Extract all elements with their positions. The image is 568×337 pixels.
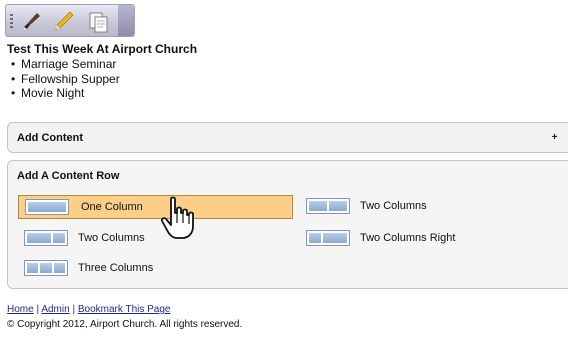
one-column-button[interactable]: One Column <box>18 195 293 219</box>
content-title: Test This Week At Airport Church <box>7 42 198 56</box>
toolbar-end-cap <box>118 5 134 36</box>
three-columns-label: Three Columns <box>78 262 154 274</box>
home-link[interactable]: Home <box>7 304 34 315</box>
two-columns-button[interactable]: Two Columns <box>300 195 520 219</box>
one-column-layout-icon <box>25 199 69 215</box>
content-list: Marriage Seminar Fellowship Supper Movie… <box>11 57 120 101</box>
editor-toolbar <box>5 4 135 37</box>
add-content-row-header: Add A Content Row <box>17 170 120 182</box>
hand-cursor-icon <box>158 196 202 242</box>
copyright-text: © Copyright 2012, Airport Church. All ri… <box>7 319 243 330</box>
two-columns-layout-icon <box>306 198 350 214</box>
footer-separator: | <box>72 304 76 315</box>
add-content-row-panel: Add A Content Row One Column Two Columns… <box>7 160 568 289</box>
pencil-icon[interactable] <box>51 10 75 34</box>
three-columns-layout-icon <box>24 260 68 276</box>
footer-links: Home | Admin | Bookmark This Page <box>7 304 170 315</box>
two-columns-left-layout-icon <box>24 230 68 246</box>
toolbar-grip[interactable] <box>10 14 13 29</box>
page-icon[interactable] <box>86 10 110 34</box>
brush-icon[interactable] <box>19 10 43 34</box>
two-columns-right-layout-icon <box>306 230 350 246</box>
footer-separator: | <box>36 304 40 315</box>
list-item: Fellowship Supper <box>11 72 120 87</box>
bookmark-link[interactable]: Bookmark This Page <box>78 304 171 315</box>
list-item: Movie Night <box>11 86 120 101</box>
two-columns-right-button[interactable]: Two Columns Right <box>300 227 520 251</box>
add-content-panel[interactable]: Add Content + <box>7 122 568 153</box>
add-content-header[interactable]: Add Content <box>17 132 83 144</box>
expand-icon[interactable]: + <box>549 132 560 143</box>
one-column-label: One Column <box>81 201 143 213</box>
two-columns-right-label: Two Columns Right <box>360 232 456 244</box>
two-columns-left-label: Two Columns <box>78 232 145 244</box>
three-columns-button[interactable]: Three Columns <box>18 257 218 281</box>
admin-link[interactable]: Admin <box>41 304 69 315</box>
list-item: Marriage Seminar <box>11 57 120 72</box>
two-columns-label: Two Columns <box>360 200 427 212</box>
